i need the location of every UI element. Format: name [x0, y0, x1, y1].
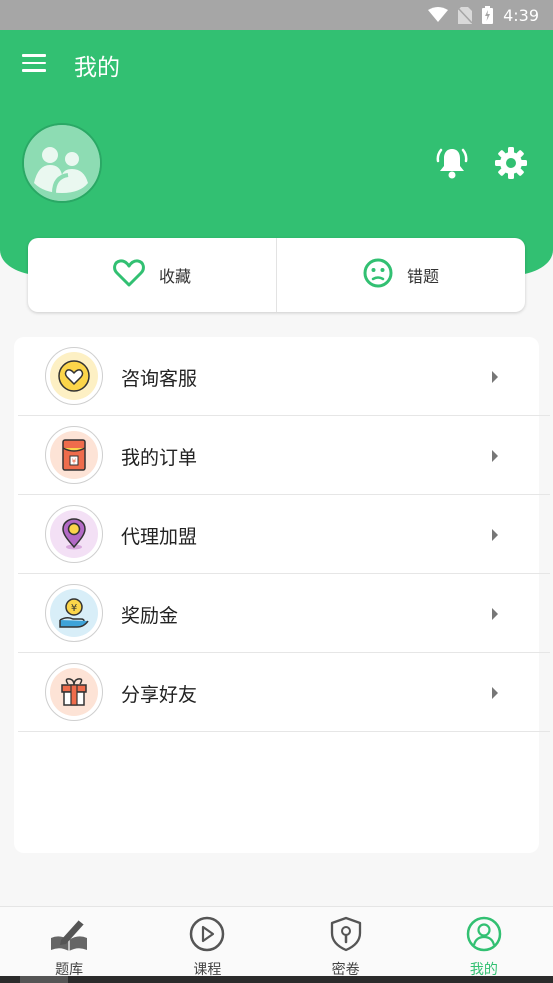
- nav-secret-papers[interactable]: 密卷: [277, 907, 415, 978]
- sad-face-icon: [363, 258, 393, 292]
- favorites-button[interactable]: 收藏: [28, 238, 276, 312]
- shield-lock-icon: [329, 916, 363, 956]
- mistakes-button[interactable]: 错题: [277, 238, 525, 312]
- gear-icon[interactable]: [495, 147, 527, 183]
- menu-item-rewards[interactable]: ¥ 奖励金: [18, 574, 550, 653]
- bell-ringing-icon[interactable]: [436, 146, 468, 184]
- menu-list: 咨询客服 ¥ 我的订单 代理加盟 ¥ 奖励金 分享好友: [14, 337, 550, 853]
- menu-item-share-friends[interactable]: 分享好友: [18, 653, 550, 732]
- status-bar: 4:39: [0, 0, 553, 30]
- battery-charging-icon: [482, 6, 494, 24]
- page-title: 我的: [74, 55, 120, 81]
- chevron-right-icon: [491, 368, 499, 387]
- mistakes-label: 错题: [406, 267, 439, 286]
- heart-outline-icon: [113, 259, 145, 291]
- app-bar: 我的: [0, 30, 553, 98]
- quick-actions-card: 收藏 错题: [28, 238, 525, 312]
- svg-text:¥: ¥: [72, 458, 77, 466]
- menu-item-label: 我的订单: [121, 447, 198, 469]
- location-pin-icon: [45, 505, 103, 563]
- svg-text:¥: ¥: [71, 603, 77, 614]
- wifi-icon: [428, 7, 449, 23]
- menu-item-label: 奖励金: [121, 605, 179, 627]
- coin-hand-icon: ¥: [45, 584, 103, 642]
- menu-item-customer-service[interactable]: 咨询客服: [18, 337, 550, 416]
- gift-box-icon: [45, 663, 103, 721]
- red-envelope-icon: ¥: [45, 426, 103, 484]
- play-circle-icon: [188, 916, 226, 956]
- system-navigation-bar: [0, 976, 553, 983]
- menu-item-label: 咨询客服: [121, 368, 198, 390]
- system-bar-pill: [20, 976, 68, 983]
- no-sim-icon: [458, 6, 473, 24]
- favorites-label: 收藏: [158, 267, 191, 286]
- menu-item-label: 代理加盟: [121, 526, 198, 548]
- chevron-right-icon: [491, 447, 499, 466]
- nav-courses[interactable]: 课程: [138, 907, 276, 978]
- menu-item-my-orders[interactable]: ¥ 我的订单: [18, 416, 550, 495]
- user-circle-icon: [465, 916, 503, 956]
- nav-mine[interactable]: 我的: [415, 907, 553, 978]
- book-pen-icon: [49, 916, 89, 956]
- bottom-nav: 题库 课程 密卷 我的: [0, 906, 553, 978]
- nav-question-bank[interactable]: 题库: [0, 907, 138, 978]
- chevron-right-icon: [491, 684, 499, 703]
- heart-badge-icon: [45, 347, 103, 405]
- menu-item-label: 分享好友: [121, 684, 198, 706]
- menu-item-agent-franchise[interactable]: 代理加盟: [18, 495, 550, 574]
- hamburger-menu-icon[interactable]: [22, 54, 46, 74]
- chevron-right-icon: [491, 526, 499, 545]
- chevron-right-icon: [491, 605, 499, 624]
- status-time: 4:39: [503, 5, 539, 25]
- avatar[interactable]: [22, 123, 102, 203]
